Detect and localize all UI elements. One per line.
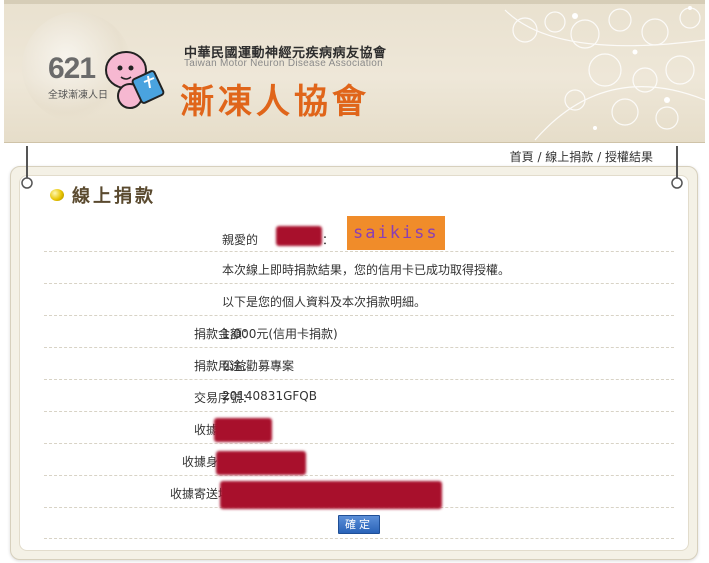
- org-title: 漸凍人協會: [180, 82, 370, 122]
- pin-icon: [21, 146, 33, 189]
- breadcrumb-separator: /: [533, 150, 546, 164]
- confirm-button[interactable]: 確定: [338, 515, 380, 534]
- message-row: 以下是您的個人資料及本次捐款明細。: [44, 284, 674, 316]
- detail-row-receipt-title: 收據抬頭：: [44, 412, 674, 444]
- breadcrumb: 首頁 / 線上捐款 / 授權結果: [510, 148, 653, 165]
- detail-row-receipt-id: 收據身份證：: [44, 444, 674, 476]
- pin-icon: [671, 146, 683, 189]
- redacted-receipt-address: [220, 481, 442, 509]
- breadcrumb-online-donation[interactable]: 線上捐款: [545, 150, 593, 164]
- breadcrumb-current: 授權結果: [604, 150, 653, 164]
- transaction-value: 20140831GFQB: [222, 389, 317, 403]
- section-bullet-icon: [50, 189, 64, 201]
- redacted-receipt-title: [214, 418, 272, 442]
- breadcrumb-separator: /: [593, 150, 605, 164]
- section-title: 線上捐款: [72, 186, 156, 207]
- amount-value: 1,000元(信用卡捐款): [222, 327, 338, 341]
- redacted-name: [276, 226, 322, 246]
- logo-number: 621: [48, 52, 96, 85]
- message-success: 本次線上即時捐款結果，您的信用卡已成功取得授權。: [222, 263, 511, 277]
- message-details-intro: 以下是您的個人資料及本次捐款明細。: [222, 295, 427, 309]
- logo-subtitle: 全球漸凍人日: [48, 90, 108, 101]
- name-highlight: saikiss: [347, 216, 445, 250]
- detail-row-purpose: 捐款用途： 公益勸募專案: [44, 348, 674, 380]
- message-row: 本次線上即時捐款結果，您的信用卡已成功取得授權。: [44, 252, 674, 284]
- redacted-receipt-id: [216, 451, 306, 475]
- detail-row-amount: 捐款金額： 1,000元(信用卡捐款): [44, 316, 674, 348]
- lace-decoration: [504, 6, 705, 141]
- detail-row-transaction: 交易序號： 20140831GFQB: [44, 380, 674, 412]
- header-banner: 621 全球漸凍人日 中華民國運動神經元疾病病友協會 Taiwan Motor …: [4, 0, 705, 143]
- org-name-en: Taiwan Motor Neuron Disease Association: [184, 58, 384, 69]
- purpose-value: 公益勸募專案: [222, 359, 295, 373]
- mascot-icon: [105, 51, 165, 109]
- greeting-colon: ：: [322, 233, 335, 247]
- greeting-prefix: 親愛的: [222, 233, 259, 247]
- breadcrumb-home[interactable]: 首頁: [510, 150, 534, 164]
